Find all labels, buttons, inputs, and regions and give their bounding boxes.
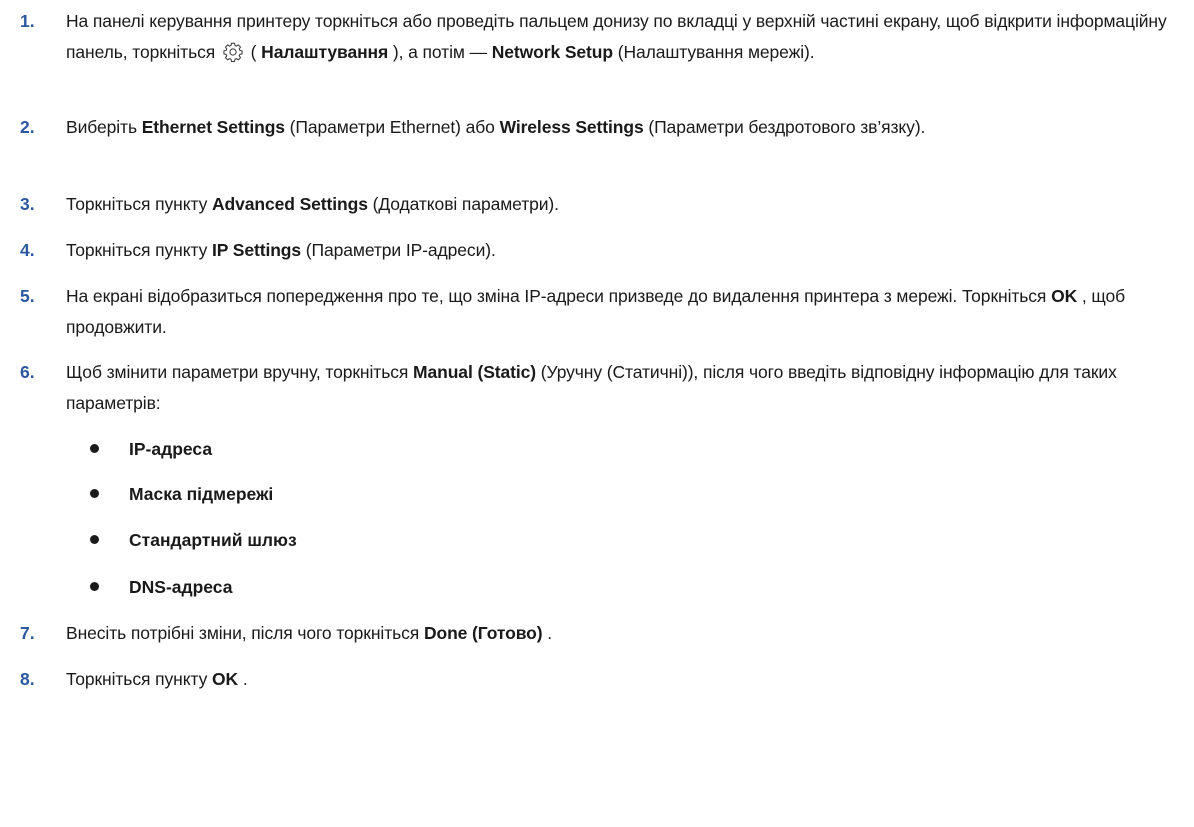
bullet-item: Маска підмережі	[90, 479, 990, 510]
step-text-run: Торкніться пункту	[66, 240, 212, 260]
step-number: 1.	[20, 11, 35, 31]
step-bold-term: Wireless Settings	[499, 117, 644, 137]
step-text: Торкніться пункту IP Settings (Параметри…	[66, 235, 1176, 266]
step-text-run: Внесіть потрібні зміни, після чого торкн…	[66, 623, 424, 643]
bullet-label: IP-адреса	[129, 439, 213, 459]
step-bold-term: Ethernet Settings	[141, 117, 285, 137]
bullet-dot	[90, 489, 99, 498]
bullet-dot	[90, 582, 99, 591]
step-text-run: (Параметри Ethernet) або	[284, 117, 500, 137]
bullet-item: Стандартний шлюз	[90, 525, 990, 556]
step-text: Торкніться пункту OK .	[66, 664, 1176, 695]
step-bold-term: OK	[1051, 286, 1078, 306]
step-text-run: ), а потім —	[388, 42, 492, 62]
step-text-run: (	[245, 42, 262, 62]
step-number: 8.	[20, 669, 35, 689]
step-bold-term: OK	[212, 669, 239, 689]
step-number: 3.	[20, 194, 35, 214]
step-text-run: На екрані відобразиться попередження про…	[66, 286, 1052, 306]
step-text: Внесіть потрібні зміни, після чого торкн…	[66, 618, 1176, 649]
step-text-run: (Налаштування мережі).	[612, 42, 815, 62]
step-text-run: (Параметри бездротового зв’язку).	[643, 117, 926, 137]
step-bold-term: IP Settings	[212, 240, 302, 260]
step-text: Виберіть Ethernet Settings (Параметри Et…	[66, 112, 1176, 143]
step-text-run: (Додаткові параметри).	[367, 194, 559, 214]
step-text-run: Торкніться пункту	[66, 194, 212, 214]
step-bold-term: Network Setup	[491, 42, 613, 62]
step-text-run: Виберіть	[66, 117, 142, 137]
bullet-label: Маска підмережі	[129, 484, 274, 504]
step-bold-term: Налаштування	[261, 42, 389, 62]
bullet-label: DNS-адреса	[129, 577, 233, 597]
bullet-dot	[90, 444, 99, 453]
step-text-run: Щоб змінити параметри вручну, торкніться	[66, 362, 414, 382]
step-text: На екрані відобразиться попередження про…	[66, 281, 1176, 343]
step-number: 7.	[20, 623, 35, 643]
step-text: Щоб змінити параметри вручну, торкніться…	[66, 357, 1176, 419]
step-bold-term: Done (Готово)	[423, 623, 543, 643]
step-text-run: .	[542, 623, 552, 643]
bullet-dot	[90, 535, 99, 544]
step-text-run: (Параметри IP-адреси).	[301, 240, 496, 260]
step-number: 6.	[20, 362, 35, 382]
step-bold-term: Advanced Settings	[212, 194, 368, 214]
gear-icon	[222, 41, 244, 63]
step-number: 5.	[20, 286, 35, 306]
bullet-item: IP-адреса	[90, 434, 990, 465]
bullet-item: DNS-адреса	[90, 572, 990, 603]
step-text-run: Торкніться пункту	[66, 669, 212, 689]
step-text: На панелі керування принтеру торкніться …	[66, 6, 1176, 68]
step-number: 4.	[20, 240, 35, 260]
step-text: Торкніться пункту Advanced Settings (Дод…	[66, 189, 1176, 220]
step-bold-term: Manual (Static)	[413, 362, 536, 382]
step-number: 2.	[20, 117, 35, 137]
bullet-label: Стандартний шлюз	[129, 530, 297, 550]
step-text-run: .	[238, 669, 248, 689]
